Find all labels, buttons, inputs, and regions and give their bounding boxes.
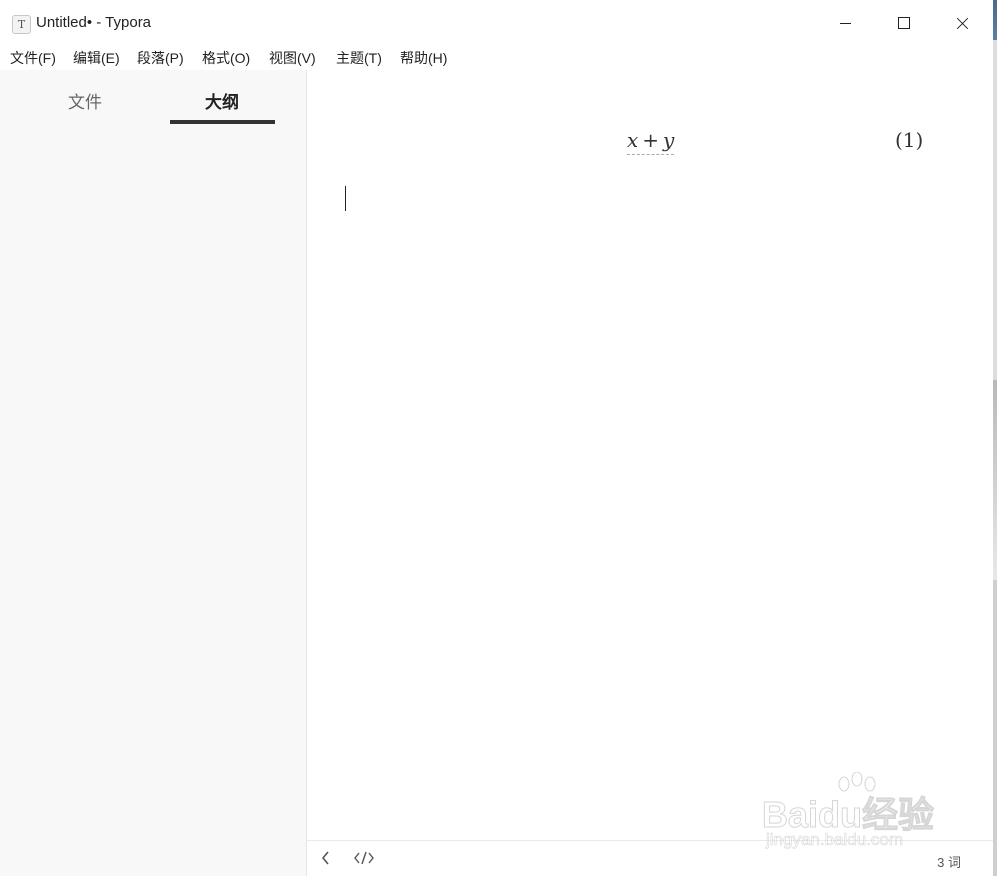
close-button[interactable] <box>933 0 991 46</box>
menu-file[interactable]: 文件(F) <box>10 48 56 68</box>
editor-area[interactable]: x + y (1) <box>307 70 993 840</box>
minimize-button[interactable] <box>817 0 875 46</box>
title-bar[interactable]: T Untitled• - Typora <box>0 0 993 46</box>
math-variable-x: x <box>627 128 639 152</box>
tab-outline[interactable]: 大纲 <box>205 88 239 113</box>
menu-format[interactable]: 格式(O) <box>202 48 250 68</box>
menu-theme[interactable]: 主题(T) <box>336 48 382 68</box>
chevron-left-icon[interactable] <box>321 851 331 869</box>
tab-files[interactable]: 文件 <box>68 88 102 113</box>
menu-view[interactable]: 视图(V) <box>269 48 316 68</box>
desktop-edge <box>993 0 997 876</box>
math-operator: + <box>642 128 660 152</box>
equation-number: (1) <box>895 128 924 152</box>
math-variable-y: y <box>663 128 675 152</box>
menu-bar: 文件(F) 编辑(E) 段落(P) 格式(O) 视图(V) 主题(T) 帮助(H… <box>0 46 993 70</box>
active-tab-indicator <box>170 120 275 124</box>
maximize-button[interactable] <box>875 0 933 46</box>
typora-window: T Untitled• - Typora 文件(F) 编辑(E) 段落(P) 格… <box>0 0 997 876</box>
code-icon[interactable] <box>354 851 374 869</box>
sidebar: 文件 大纲 <box>0 70 307 876</box>
menu-edit[interactable]: 编辑(E) <box>73 48 120 68</box>
menu-help[interactable]: 帮助(H) <box>400 48 447 68</box>
window-title: Untitled• - Typora <box>36 14 152 31</box>
text-cursor <box>345 186 346 211</box>
watermark-sub-text: jingyan.baidu.com <box>766 830 904 850</box>
baidu-watermark: Baidu经验 jingyan.baidu.com <box>761 772 952 856</box>
menu-paragraph[interactable]: 段落(P) <box>137 48 184 68</box>
math-block[interactable]: x + y <box>627 128 675 155</box>
typora-app-icon: T <box>12 15 31 34</box>
